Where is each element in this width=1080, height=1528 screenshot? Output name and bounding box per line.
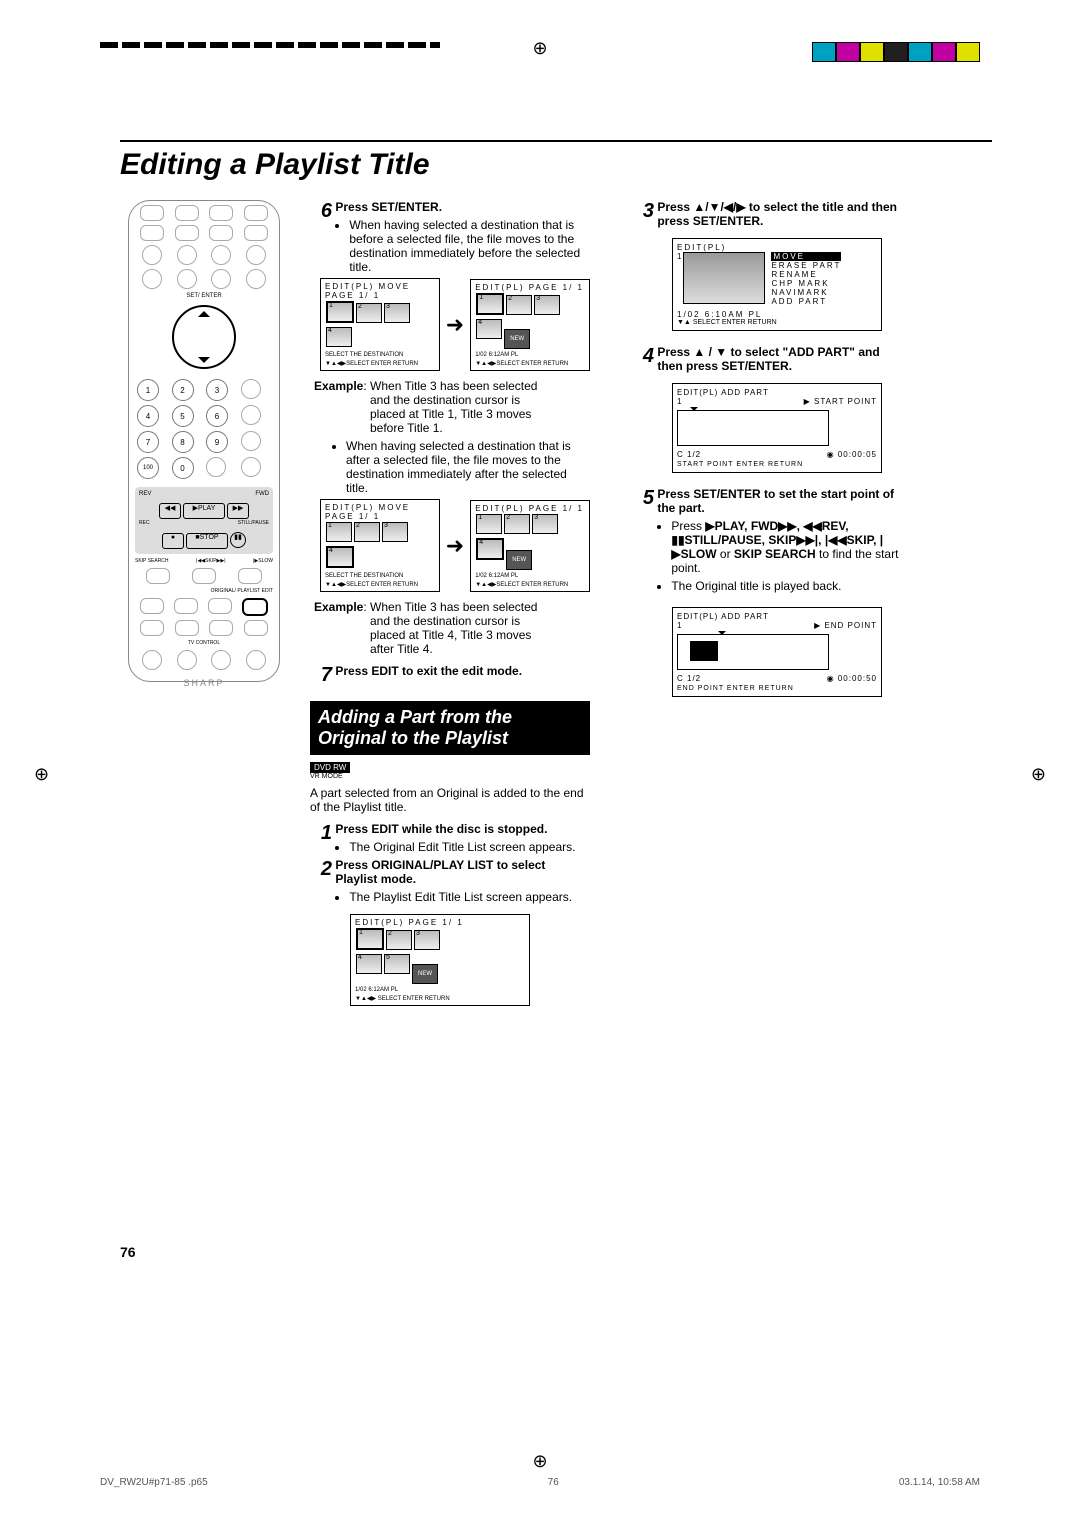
dpad-icon bbox=[172, 305, 236, 369]
step-7-number: 7 bbox=[310, 664, 332, 687]
crop-target-bottom-icon: ⊕ bbox=[532, 1451, 547, 1472]
page-number: 76 bbox=[120, 1244, 136, 1260]
osc-result-after: EDIT(PL) PAGE 1/ 1 123 4NEW 1/02 6:12AM … bbox=[470, 500, 590, 592]
dvd-rw-badge: DVD RW bbox=[310, 762, 350, 773]
step-5-number: 5 bbox=[632, 487, 654, 510]
osc-playlist-list: EDIT(PL) PAGE 1/ 1 123 45NEW 1/02 6:12AM… bbox=[350, 914, 530, 1006]
crop-target-icon: ⊕ bbox=[532, 38, 547, 59]
osc-edit-menu: EDIT(PL) 1 MOVEERASE PARTRENAMECHP MARKN… bbox=[672, 238, 882, 331]
osc-move-after: EDIT(PL) MOVE PAGE 1/ 1 123 4 SELECT THE… bbox=[320, 499, 440, 592]
osc-move-before: EDIT(PL) MOVE PAGE 1/ 1 123 4 SELECT THE… bbox=[320, 278, 440, 371]
step-4-number: 4 bbox=[632, 345, 654, 368]
gutter-arrow-left: ⊕ bbox=[34, 764, 49, 785]
page-title: Editing a Playlist Title bbox=[120, 148, 992, 182]
footer: DV_RW2U#p71-85 .p65 76 03.1.14, 10:58 AM bbox=[100, 1477, 980, 1488]
column-middle: 6 Press SET/ENTER. When having selected … bbox=[310, 200, 590, 1006]
arrow-icon: ➜ bbox=[446, 533, 464, 559]
column-right: 3 Press ▲/▼/◀/▶ to select the title and … bbox=[632, 200, 912, 697]
step-2-number: 2 bbox=[310, 858, 332, 881]
gutter-arrow-right: ⊕ bbox=[1031, 764, 1046, 785]
section-heading: Adding a Part from the Original to the P… bbox=[310, 701, 590, 755]
step-6-number: 6 bbox=[310, 200, 332, 223]
arrow-icon: ➜ bbox=[446, 312, 464, 338]
step-3-number: 3 bbox=[632, 200, 654, 223]
osc-result-before: EDIT(PL) PAGE 1/ 1 123 4NEW 1/02 6:12AM … bbox=[470, 279, 590, 371]
brand-label: SHARP bbox=[129, 678, 279, 688]
osc-end-point: EDIT(PL) ADD PART 1▶ END POINT C 1/2◉ 00… bbox=[672, 607, 882, 697]
osc-start-point: EDIT(PL) ADD PART 1▶ START POINT C 1/2◉ … bbox=[672, 383, 882, 473]
step-1-number: 1 bbox=[310, 822, 332, 845]
remote-control: SET/ ENTER 123 456 789 1000 REVFWD ◀◀▶PL… bbox=[128, 200, 280, 682]
